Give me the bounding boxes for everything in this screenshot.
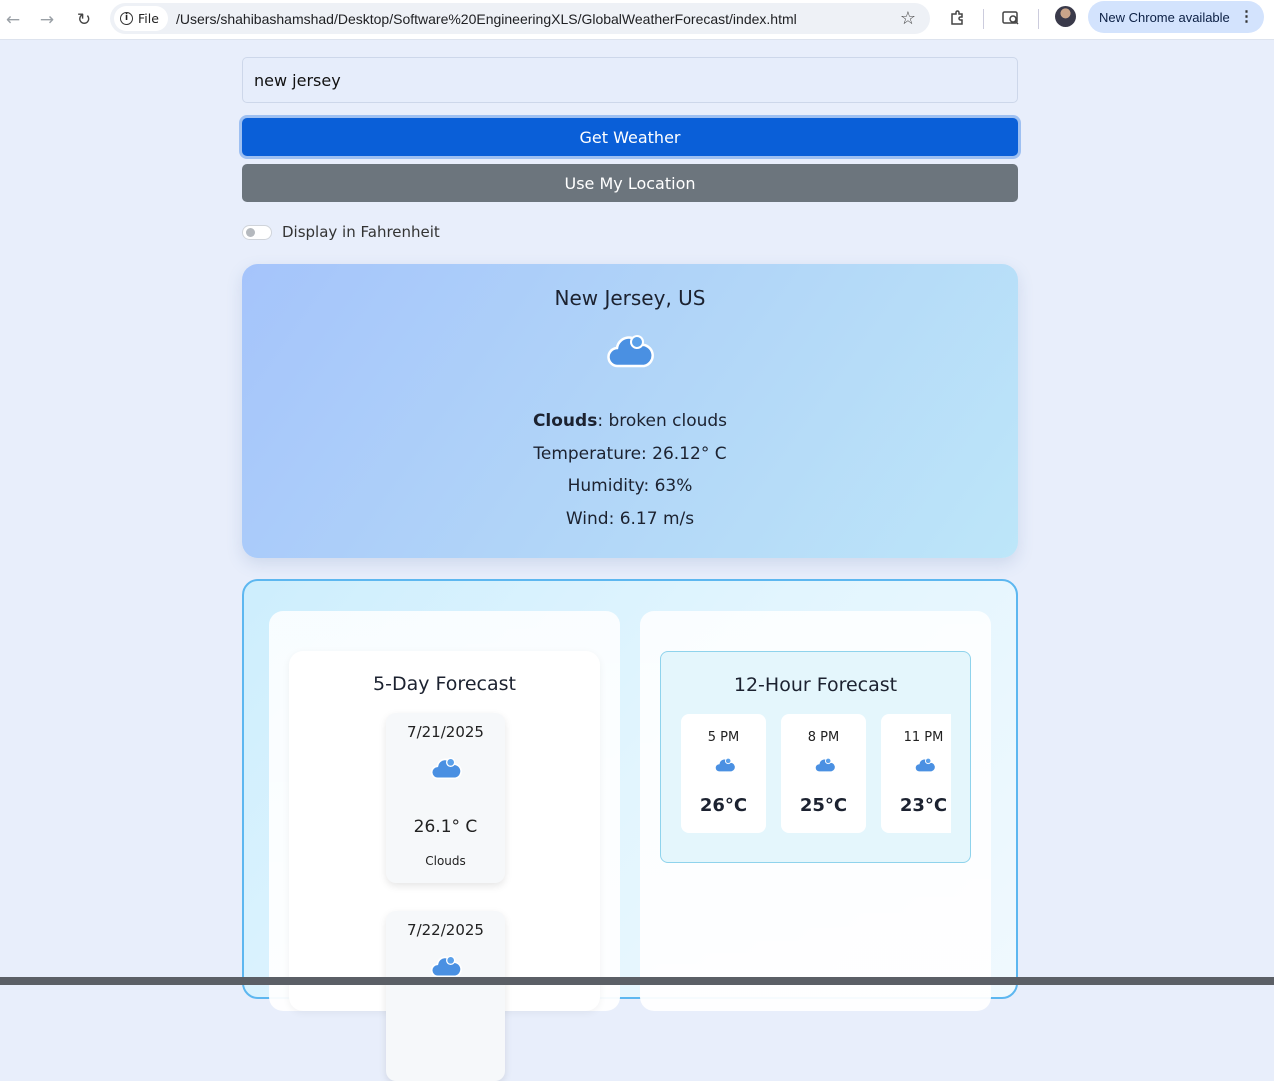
wind-line: Wind: 6.17 m/s	[565, 509, 695, 529]
get-weather-button[interactable]: Get Weather	[242, 118, 1018, 156]
hour-temperature: 23°C	[899, 795, 948, 816]
reload-icon[interactable]: ↻	[71, 7, 97, 33]
daily-forecast-card: 5-Day Forecast 7/21/2025 26.1° C Clouds …	[289, 651, 600, 1081]
url-text[interactable]: /Users/shahibashamshad/Desktop/Software%…	[176, 11, 797, 27]
bookmark-star-icon[interactable]: ☆	[900, 8, 916, 29]
use-location-button[interactable]: Use My Location	[242, 164, 1018, 202]
hour-time: 5 PM	[707, 730, 740, 745]
day-temperature: 26.1° C	[413, 817, 478, 837]
hour-time: 11 PM	[903, 730, 944, 745]
temperature-line: Temperature: 26.12° C	[533, 444, 727, 464]
hour-forecast-item: 8 PM 25°C	[781, 714, 866, 833]
fahrenheit-toggle-row: Display in Fahrenheit	[242, 222, 440, 242]
day-date: 7/21/2025	[407, 723, 484, 741]
toolbar-divider	[983, 9, 984, 29]
menu-dots-icon[interactable]: ⋮	[1239, 7, 1254, 25]
toolbar-divider	[1038, 9, 1039, 29]
day-forecast-item: 7/22/2025	[386, 911, 505, 1081]
condition-description: : broken clouds	[597, 411, 728, 431]
hour-time: 8 PM	[807, 730, 840, 745]
hour-temperature: 26°C	[699, 795, 748, 816]
hourly-forecast-card: 12-Hour Forecast 5 PM 26°C 8 PM 25°C 11 …	[660, 651, 971, 863]
extensions-icon[interactable]	[947, 8, 967, 28]
hourly-scroll-strip[interactable]: 5 PM 26°C 8 PM 25°C 11 PM 23°C	[681, 714, 951, 834]
update-label: New Chrome available	[1099, 9, 1230, 25]
cloud-icon	[430, 755, 462, 787]
cloud-icon	[914, 756, 936, 779]
cloud-icon	[814, 756, 836, 779]
forward-icon[interactable]: →	[34, 7, 60, 33]
info-icon: i	[120, 12, 133, 25]
condition-line: Clouds: broken clouds	[242, 411, 1018, 431]
day-date: 7/22/2025	[407, 921, 484, 939]
hourly-forecast-title: 12-Hour Forecast	[733, 674, 898, 696]
hour-forecast-item: 11 PM 23°C	[881, 714, 951, 833]
city-search-input[interactable]	[242, 57, 1018, 103]
cloud-icon	[606, 332, 654, 376]
address-bar[interactable]: i File /Users/shahibashamshad/Desktop/So…	[110, 3, 930, 34]
daily-forecast-panel: 5-Day Forecast 7/21/2025 26.1° C Clouds …	[269, 611, 620, 1081]
daily-forecast-title: 5-Day Forecast	[373, 673, 516, 695]
cloud-icon	[714, 756, 736, 779]
hour-forecast-item: 5 PM 26°C	[681, 714, 766, 833]
profile-avatar[interactable]	[1055, 6, 1076, 27]
fahrenheit-toggle[interactable]	[242, 224, 272, 240]
current-weather-card: New Jersey, US Clouds: broken clouds Tem…	[242, 264, 1018, 558]
condition-main: Clouds	[532, 411, 598, 431]
day-forecast-item: 7/21/2025 26.1° C Clouds	[386, 713, 505, 883]
site-info-chip[interactable]: i File	[114, 6, 168, 31]
humidity-line: Humidity: 63%	[567, 476, 693, 496]
hour-temperature: 25°C	[799, 795, 848, 816]
day-description: Clouds	[425, 854, 466, 868]
toggle-knob	[246, 227, 255, 237]
location-title: New Jersey, US	[554, 286, 706, 310]
file-label: File	[138, 11, 159, 26]
forecast-section: 5-Day Forecast 7/21/2025 26.1° C Clouds …	[242, 579, 1018, 1081]
browser-toolbar: ← → ↻ i File /Users/shahibashamshad/Desk…	[0, 0, 1274, 40]
os-taskbar	[0, 977, 1274, 985]
fahrenheit-toggle-label: Display in Fahrenheit	[282, 223, 440, 241]
update-chrome-button[interactable]: New Chrome available ⋮	[1088, 1, 1264, 33]
hourly-forecast-panel: 12-Hour Forecast 5 PM 26°C 8 PM 25°C 11 …	[640, 611, 991, 1011]
tab-search-icon[interactable]	[1001, 8, 1021, 28]
page-content: Get Weather Use My Location Display in F…	[0, 41, 1274, 1081]
back-icon[interactable]: ←	[0, 7, 26, 33]
